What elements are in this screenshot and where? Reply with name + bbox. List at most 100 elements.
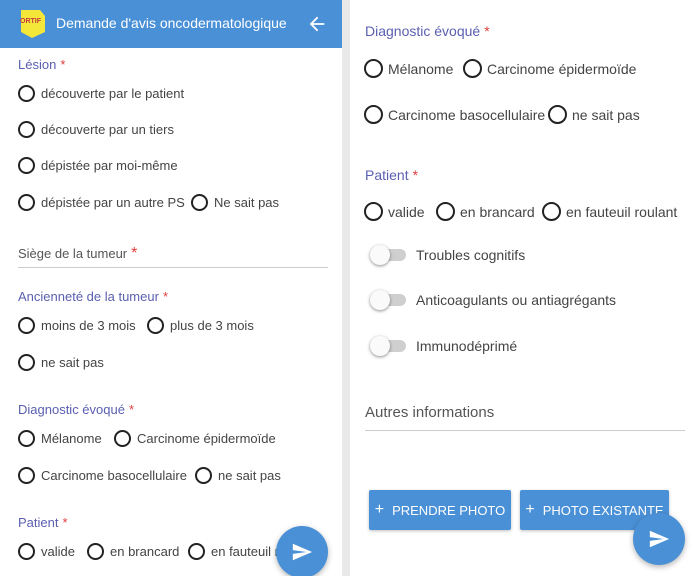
toggle-anticoagulants[interactable]: Anticoagulants ou antiagrégants [370,290,617,310]
radio-label: Carcinome épidermoïde [487,60,637,77]
radio-circle[interactable] [18,194,35,211]
radio-diag-ne-sait-pas[interactable]: ne sait pas [548,105,640,124]
radio-diag-epidermoide[interactable]: Carcinome épidermoïde [114,430,276,447]
required-marker: * [412,167,419,183]
radio-label: ne sait pas [41,355,104,370]
radio-circle[interactable] [18,354,35,371]
radio-patient-valide[interactable]: valide [364,202,425,221]
autres-informations-label: Autres informations [365,404,495,421]
app-bar: ORTIF Demande d'avis oncodermatologique [0,0,342,48]
patient-label-text: Patient [365,167,409,183]
radio-diag-melanome[interactable]: Mélanome [18,430,102,447]
toggle-troubles-cognitifs[interactable]: Troubles cognitifs [370,245,525,265]
radio-diag-epidermoide[interactable]: Carcinome épidermoïde [463,59,636,78]
button-label: PRENDRE PHOTO [392,502,506,518]
radio-circle[interactable] [18,430,35,447]
radio-label: en brancard [110,544,180,559]
required-marker: * [128,402,135,417]
radio-circle[interactable] [18,121,35,138]
send-fab[interactable] [276,526,328,576]
radio-label: Mélanome [388,60,454,77]
take-photo-button[interactable]: + PRENDRE PHOTO [369,490,511,530]
radio-label: Carcinome basocellulaire [41,468,187,483]
radio-circle[interactable] [436,202,455,221]
switch-thumb[interactable] [370,336,390,356]
radio-diag-basocellulaire[interactable]: Carcinome basocellulaire [18,467,187,484]
right-screen: Diagnostic évoqué * Mélanome Carcinome ép… [350,0,700,576]
radio-lesion-moi-meme[interactable]: dépistée par moi-même [18,157,178,174]
anciennete-label: Ancienneté de la tumeur * [18,289,168,304]
radio-circle[interactable] [548,105,567,124]
required-marker: * [131,245,138,262]
radio-patient-fauteuil[interactable]: en fauteuil r [188,543,279,560]
radio-circle[interactable] [147,317,164,334]
radio-circle[interactable] [463,59,482,78]
radio-circle[interactable] [364,105,383,124]
radio-anciennete-ne-sait-pas[interactable]: ne sait pas [18,354,104,371]
patient-label: Patient * [365,167,418,183]
radio-circle[interactable] [542,202,561,221]
switch-track[interactable] [370,290,406,310]
radio-diag-basocellulaire[interactable]: Carcinome basocellulaire [364,105,545,124]
siege-field[interactable]: Siège de la tumeur * [18,245,328,268]
radio-diag-melanome[interactable]: Mélanome [364,59,453,78]
radio-circle[interactable] [364,59,383,78]
toggle-immunodeprime[interactable]: Immunodéprimé [370,336,517,356]
radio-circle[interactable] [18,157,35,174]
radio-anciennete-plus[interactable]: plus de 3 mois [147,317,254,334]
send-icon [292,543,313,561]
radio-patient-brancard[interactable]: en brancard [87,543,179,560]
radio-diag-ne-sait-pas[interactable]: ne sait pas [195,467,281,484]
radio-circle[interactable] [364,202,383,221]
radio-label: moins de 3 mois [41,318,136,333]
radio-label: ne sait pas [572,106,640,123]
radio-circle[interactable] [191,194,208,211]
radio-patient-brancard[interactable]: en brancard [436,202,535,221]
radio-lesion-tiers[interactable]: découverte par un tiers [18,121,174,138]
radio-label: Mélanome [41,431,102,446]
required-marker: * [62,515,68,530]
radio-circle[interactable] [195,467,212,484]
radio-label: Ne sait pas [214,195,280,210]
toggle-label: Anticoagulants ou antiagrégants [416,292,617,308]
radio-label: Carcinome épidermoïde [137,431,276,446]
radio-circle[interactable] [188,543,205,560]
switch-thumb[interactable] [370,290,390,310]
switch-track[interactable] [370,336,406,356]
radio-circle[interactable] [87,543,104,560]
radio-patient-fauteuil[interactable]: en fauteuil roulant [542,202,677,221]
radio-lesion-autre-ps[interactable]: dépistée par un autre PS [18,194,185,211]
send-fab[interactable] [633,513,685,565]
anciennete-label-text: Ancienneté de la tumeur [18,289,159,304]
plus-icon: + [525,501,535,518]
back-arrow-icon[interactable] [306,13,328,35]
radio-lesion-ne-sait-pas[interactable]: Ne sait pas [191,194,279,211]
lesion-label: Lésion * [18,57,65,72]
switch-track[interactable] [370,245,406,265]
radio-circle[interactable] [18,543,35,560]
radio-label: en fauteuil roulant [566,203,678,220]
diagnostic-label-text: Diagnostic évoqué [365,23,481,39]
switch-thumb[interactable] [370,245,390,265]
radio-label: dépistée par un autre PS [41,195,185,210]
siege-label: Siège de la tumeur [18,246,128,261]
radio-circle[interactable] [18,467,35,484]
radio-lesion-patient[interactable]: découverte par le patient [18,85,184,102]
radio-patient-valide[interactable]: valide [18,543,75,560]
radio-label: découverte par un tiers [41,122,174,137]
radio-circle[interactable] [18,85,35,102]
send-icon [649,530,670,548]
radio-circle[interactable] [18,317,35,334]
plus-icon: + [374,501,385,518]
diagnostic-label-text: Diagnostic évoqué [18,402,125,417]
radio-anciennete-moins[interactable]: moins de 3 mois [18,317,136,334]
radio-label: découverte par le patient [41,86,185,101]
diagnostic-label: Diagnostic évoqué * [18,402,134,417]
app-title: Demande d'avis oncodermatologique [56,15,287,31]
patient-label-text: Patient [18,515,59,530]
required-marker: * [162,289,168,304]
diagnostic-label: Diagnostic évoqué * [365,23,490,39]
autres-informations-field[interactable]: Autres informations [365,404,685,431]
lesion-label-text: Lésion [18,57,57,72]
radio-circle[interactable] [114,430,131,447]
